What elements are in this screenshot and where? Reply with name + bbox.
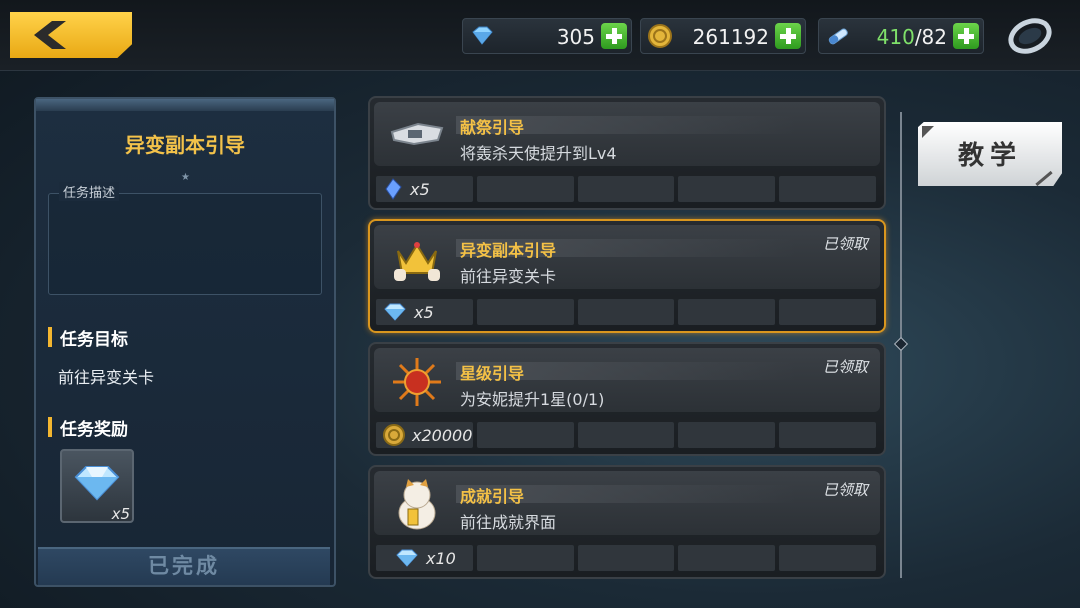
add-energy-button[interactable] [953,23,979,49]
energy-counter: 410/82 [818,18,984,54]
task-desc: 将轰杀天使提升到Lv4 [460,144,617,163]
task-card-achievement[interactable]: 成就引导 前往成就界面 已领取 x10 [368,465,886,579]
top-bar: 305 261192 410/82 [0,0,1080,71]
task-card-body: 星级引导 为安妮提升1星(0/1) 已领取 [374,348,880,412]
panel-header-bar [36,99,334,111]
claimed-label: 已领取 [822,481,868,499]
divider-star-icon: ★ [181,172,190,183]
task-name: 献祭引导 [460,118,525,137]
reward-slots [376,299,876,325]
diamond-icon [472,26,493,45]
gold-counter: 261192 [640,18,806,54]
claimed-label: 已领取 [822,358,868,376]
diamond-icon [384,303,406,321]
gold-coin-icon [383,424,405,446]
back-button[interactable] [10,12,132,58]
add-diamond-button[interactable] [601,23,627,49]
task-description-label: 任务描述 [59,182,120,201]
task-desc: 为安妮提升1星(0/1) [460,390,605,409]
corner-mark-icon [922,126,934,138]
task-reward-count: x5 [410,179,430,199]
gold-value: 261192 [692,25,769,49]
scrollbar-thumb[interactable] [893,336,909,352]
task-desc: 前往成就界面 [460,513,557,532]
wing-weapon-icon [390,122,444,146]
tutorial-button[interactable]: 教学 [918,122,1062,186]
task-goal-heading: 任务目标 [48,325,128,350]
task-detail-panel: 异变副本引导 ★ 任务描述 任务目标 前往异变关卡 任务奖励 x5 已完成 [34,97,336,587]
task-reward-count: x20000 [412,425,473,445]
task-reward: x5 [382,300,434,324]
task-card-sacrifice[interactable]: 献祭引导 将轰杀天使提升到Lv4 x5 [368,96,886,210]
diamond-icon [74,466,120,501]
task-card-body: 成就引导 前往成就界面 已领取 [374,471,880,535]
completed-label: 已完成 [148,554,220,578]
task-reward-heading: 任务奖励 [48,415,128,440]
task-reward-count: x10 [426,548,456,568]
task-card-body: 献祭引导 将轰杀天使提升到Lv4 [374,102,880,166]
task-reward: x5 [382,177,430,201]
claimed-label: 已领取 [822,235,868,253]
task-name: 成就引导 [460,487,525,506]
task-desc: 前往异变关卡 [460,267,557,286]
task-description-box: 任务描述 [48,182,322,295]
ring-icon[interactable] [1006,14,1054,58]
diamond-icon [396,549,418,567]
energy-max: /82 [914,25,947,49]
corner-stripe-icon [1035,170,1053,186]
lucky-cat-icon [398,479,436,530]
task-card-mutation[interactable]: 异变副本引导 前往异变关卡 已领取 x5 [368,219,886,333]
task-name: 异变副本引导 [460,241,557,260]
task-card-body: 异变副本引导 前往异变关卡 已领取 [374,225,880,289]
task-goal-text: 前往异变关卡 [58,368,155,387]
chevron-left-icon [34,21,66,49]
diamond-value: 305 [556,25,595,49]
completed-button[interactable]: 已完成 [38,547,330,585]
energy-current: 410 [876,25,915,49]
reward-count: x5 [111,505,130,523]
reward-item[interactable]: x5 [60,449,134,523]
energy-value: 410/82 [877,25,947,49]
task-reward: x20000 [382,423,472,447]
task-card-star[interactable]: 星级引导 为安妮提升1星(0/1) 已领取 x20000 [368,342,886,456]
diamond-counter: 305 [462,18,632,54]
crown-icon [394,242,440,281]
gold-coin-icon [648,24,672,48]
sun-star-icon [393,358,441,406]
panel-title: 异变副本引导 [125,133,245,157]
task-name: 星级引导 [460,364,525,383]
add-gold-button[interactable] [775,23,801,49]
reward-slots [376,176,876,202]
tutorial-label: 教学 [957,141,1022,171]
energy-capsule-icon [828,28,848,45]
blue-crystal-icon [385,178,402,200]
task-reward-count: x5 [414,302,434,322]
task-reward: x10 [394,546,456,570]
